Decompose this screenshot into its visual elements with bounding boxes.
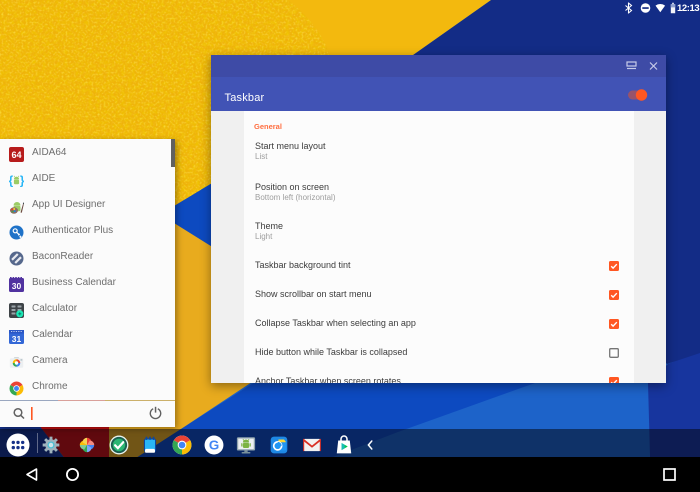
svg-text:}: } (20, 173, 24, 187)
svg-text:31: 31 (12, 333, 22, 343)
svg-text:G: G (209, 437, 219, 452)
svg-text:30: 30 (12, 280, 22, 290)
svg-text:64: 64 (11, 150, 21, 160)
svg-text:{: { (9, 173, 14, 187)
